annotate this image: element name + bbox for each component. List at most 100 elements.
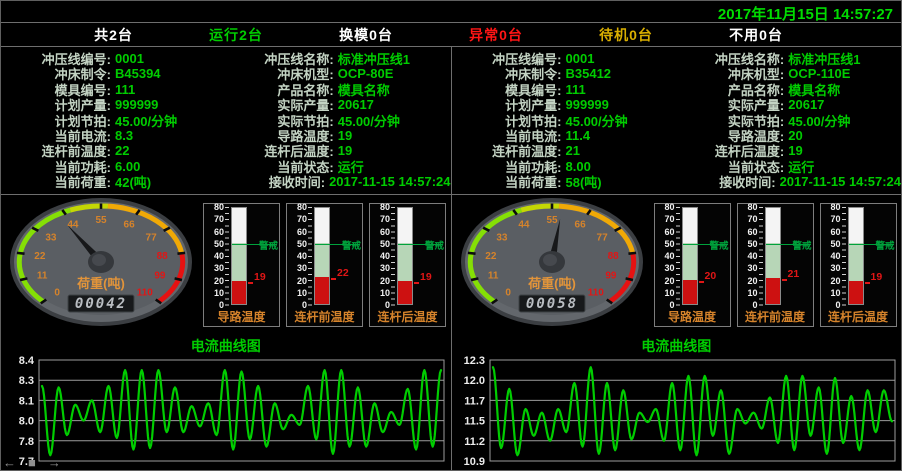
gauge-unit-label: 荷重(吨) [76,276,125,291]
scale-tick-label: 10 [738,288,758,298]
hmi-monitoring-screen: 2017年11月15日 14:57:27 共2台 运行2台 换模0台 异常0台 … [0,0,902,471]
scale-tick-label: 30 [821,263,841,273]
chart-nav-icon[interactable]: ■ [28,456,36,469]
current-value-label: 22 [337,267,349,279]
scale-tick-label: 40 [204,251,224,261]
value-tick [248,282,253,284]
status-count[interactable]: 不用0台 [729,25,783,45]
info-column-left: 冲压线编号: 0001 冲床制令: B45394 模具编号: 111 [5,51,228,194]
value-tick [331,278,336,280]
info-label: 当前荷重: [5,172,111,191]
scale-ticks [308,207,312,306]
current-value-label: 19 [420,271,432,283]
gauge-hub-highlight [543,254,557,266]
status-count[interactable]: 待机0台 [599,25,653,45]
info-value: 20 [788,128,802,143]
info-value: 0001 [566,51,595,66]
info-value: 标准冲压线1 [788,49,860,68]
scale-tick-label: 70 [738,214,758,224]
machine-panels: 冲压线编号: 0001 冲床制令: B45394 模具编号: 111 [1,47,901,470]
scale-ticks [391,207,395,306]
gauge-tick-label: 66 [574,220,586,231]
thermometer-tube [682,207,698,305]
scale-tick-label: 20 [738,276,758,286]
thermometer-name: 连杆后温度 [821,308,896,325]
current-curve-chart: 8.48.38.18.07.87.7 [3,354,449,468]
load-gauge: 0112233445566778899110荷重(吨)00058 [456,196,648,334]
gauge-tick-label: 44 [518,220,530,231]
gauge-tick-label: 110 [137,288,154,299]
info-column-right: 冲压线名称: 标准冲压线1 冲床机型: OCP-80E 产品名称: 模具名称 [228,51,451,194]
gauge-tick-label: 11 [487,271,498,282]
info-value: 模具名称 [338,80,390,99]
thermometer: 80706050403020100警戒20导路温度 [654,203,731,327]
scale-tick-label: 70 [821,214,841,224]
info-column-left: 冲压线编号: 0001 冲床制令: B35412 模具编号: 111 [456,51,679,194]
scale-tick-label: 10 [655,288,675,298]
gauge-tick-label: 0 [54,288,60,299]
thermometer: 80706050403020100警戒22连杆前温度 [286,203,363,327]
status-count[interactable]: 共2台 [94,25,133,45]
info-value: 运行 [788,157,814,176]
scale-tick-label: 30 [204,263,224,273]
gauge-tick-label: 55 [95,215,107,226]
thermometer: 80706050403020100警戒19连杆后温度 [820,203,897,327]
y-axis-tick-label: 8.1 [19,395,34,407]
scale-tick-label: 10 [287,288,307,298]
info-value: 22 [115,143,129,158]
chart-title: 电流曲线图 [452,336,902,354]
gauge-tick-label: 55 [546,215,558,226]
thermometer-body: 80706050403020100警戒19 [821,204,896,309]
scale-tick-label: 20 [655,276,675,286]
normal-zone-fill [398,243,412,281]
normal-zone-fill [683,243,697,280]
info-row: 接收时间: 2017-11-15 14:57:24 [678,174,901,189]
chart-nav: ← ■ → [3,456,61,469]
gauge-tick [20,278,27,280]
scale-tick-label: 40 [287,251,307,261]
value-tick [865,282,870,284]
plot-frame [39,360,444,461]
scale-tick-label: 40 [821,251,841,261]
info-value: 58(吨) [566,172,602,191]
status-count[interactable]: 异常0台 [469,25,523,45]
info-label: 接收时间: [678,172,775,191]
chart-nav-icon[interactable]: ← [3,456,16,469]
info-value: 21 [566,143,580,158]
status-count[interactable]: 换模0台 [339,25,393,45]
status-count[interactable]: 运行2台 [209,25,263,45]
scale-tick-label: 50 [738,239,758,249]
scale-ticks [759,207,763,306]
info-value: B35412 [566,66,612,81]
mercury-fill [398,281,412,304]
thermometer: 80706050403020100警戒19连杆后温度 [369,203,446,327]
scale-tick-label: 40 [370,251,390,261]
title-bar: 2017年11月15日 14:57:27 [1,1,901,23]
scale-ticks [842,207,846,306]
info-value: 8.3 [115,128,133,143]
normal-zone-fill [766,243,780,279]
odometer-value: 00058 [525,296,577,312]
normal-zone-fill [849,243,863,281]
gauge-hub-highlight [92,254,106,266]
gauge-tick-label: 77 [596,233,608,244]
machine-info: 冲压线编号: 0001 冲床制令: B35412 模具编号: 111 [452,47,902,195]
current-chart-block: 电流曲线图 8.48.38.18.07.87.7 ← ■ → [1,334,451,470]
gauge-tick-label: 44 [67,220,79,231]
chart-nav-icon[interactable]: → [48,456,61,469]
current-value-label: 21 [788,268,800,280]
gauge-tick [177,253,185,254]
warning-label: 警戒 [425,238,444,252]
current-curve [42,370,441,455]
thermometer-name: 导路温度 [204,308,279,325]
meters-row: 0112233445566778899110荷重(吨)00042 8070605… [1,195,451,334]
scale-tick-label: 50 [655,239,675,249]
y-axis-tick-label: 12.3 [463,355,484,367]
scale-tick-label: 50 [287,239,307,249]
gauge-tick-label: 77 [146,233,158,244]
info-row: 当前荷重: 42(吨) [5,174,228,189]
scale-tick-label: 30 [287,263,307,273]
mercury-fill [232,281,246,304]
scale-tick-label: 70 [370,214,390,224]
gauge-tick-label: 110 [587,288,604,299]
